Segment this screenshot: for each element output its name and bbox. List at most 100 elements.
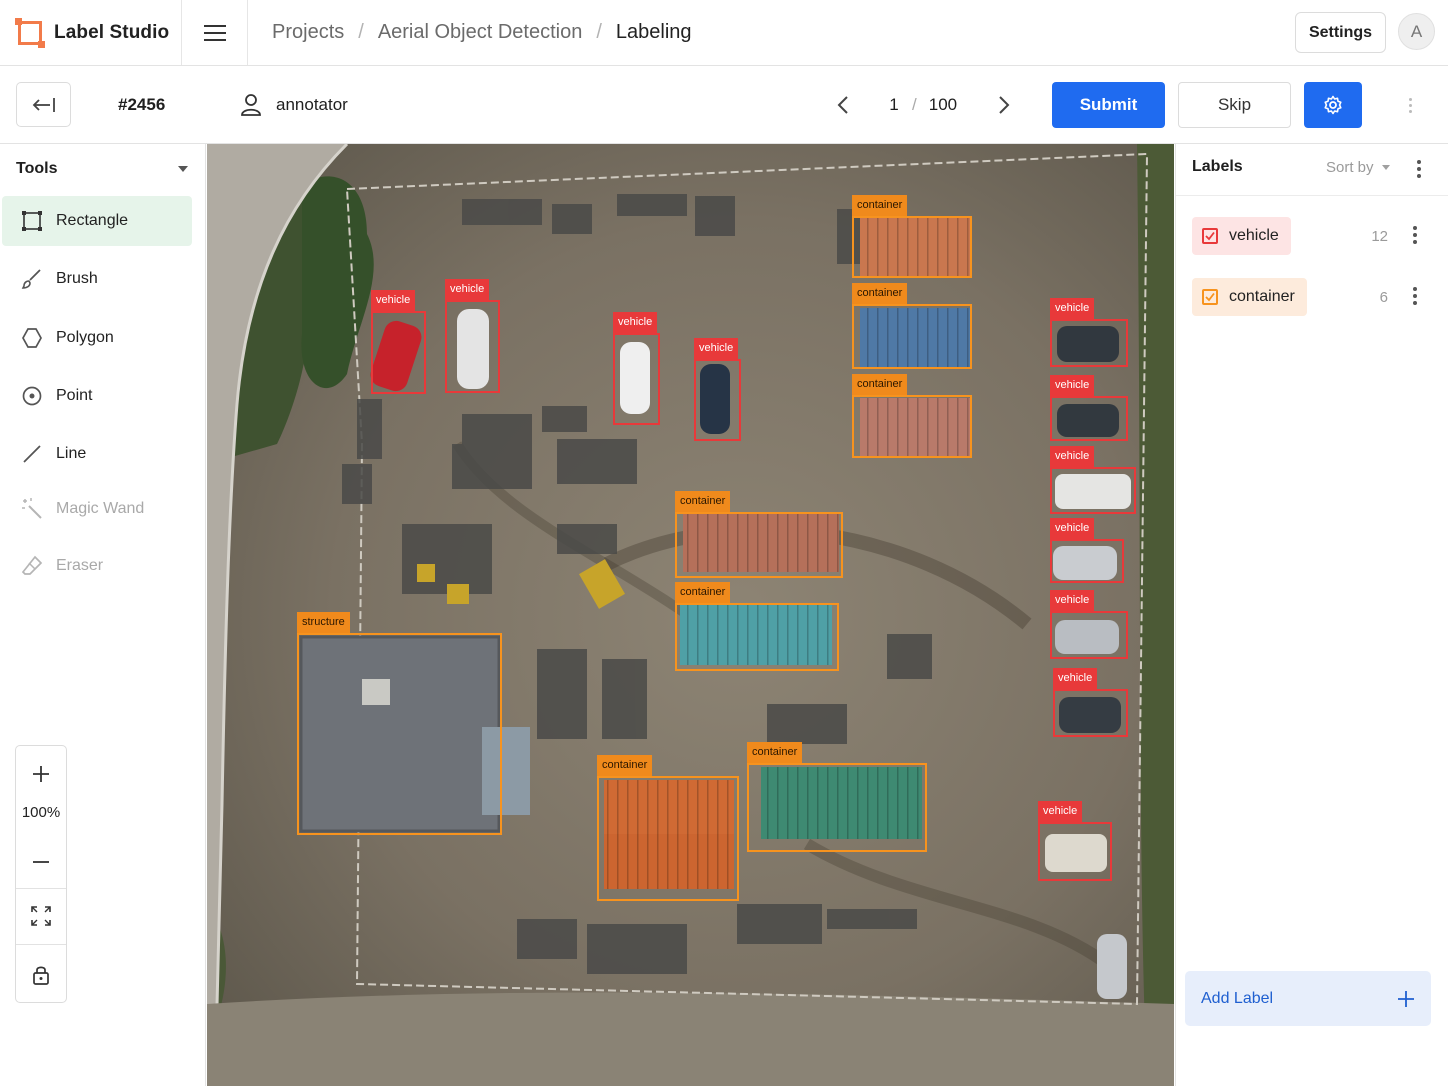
- image-canvas[interactable]: vehicle vehicle vehicle vehicle containe…: [207, 144, 1174, 1086]
- tool-brush[interactable]: Brush: [2, 254, 192, 304]
- bbox-label: vehicle: [613, 312, 658, 333]
- bbox-label: vehicle: [1053, 668, 1098, 689]
- tool-label: Magic Wand: [56, 500, 145, 517]
- checkbox-checked-icon[interactable]: [1202, 289, 1218, 305]
- bbox-container[interactable]: container: [675, 582, 839, 671]
- label-item-menu[interactable]: [1409, 286, 1421, 306]
- tool-point[interactable]: Point: [2, 371, 192, 421]
- user-icon: [241, 94, 261, 116]
- next-task-button[interactable]: [991, 92, 1017, 118]
- point-icon: [22, 386, 42, 406]
- add-label-button[interactable]: Add Label: [1185, 971, 1431, 1026]
- tool-eraser[interactable]: Eraser: [2, 541, 192, 591]
- bbox-vehicle[interactable]: vehicle: [1038, 801, 1112, 881]
- bbox-label: vehicle: [1050, 375, 1095, 396]
- page-current: 1: [889, 95, 899, 114]
- bbox-vehicle[interactable]: vehicle: [1050, 590, 1128, 659]
- top-header: Label Studio Projects / Aerial Object De…: [0, 0, 1448, 66]
- settings-button[interactable]: Settings: [1295, 12, 1386, 53]
- bbox-vehicle[interactable]: vehicle: [1050, 518, 1124, 583]
- tool-label: Eraser: [56, 557, 104, 574]
- lock-view-button[interactable]: [16, 956, 66, 994]
- collapse-tools-icon[interactable]: [178, 166, 188, 172]
- plus-icon: [1398, 990, 1414, 1007]
- bbox-container[interactable]: container: [747, 742, 927, 852]
- divider: [16, 944, 66, 945]
- task-pager: 1 / 100: [830, 66, 1020, 144]
- label-item-menu[interactable]: [1409, 225, 1421, 245]
- plus-icon: [33, 766, 49, 782]
- gear-icon: [1324, 95, 1342, 115]
- minus-icon: [33, 861, 49, 863]
- brush-icon: [21, 269, 41, 289]
- label-item-vehicle[interactable]: vehicle: [1192, 217, 1291, 255]
- bbox-label: container: [852, 283, 908, 304]
- task-more-menu[interactable]: [1400, 94, 1420, 116]
- submit-button[interactable]: Submit: [1052, 82, 1165, 128]
- annotation-settings-button[interactable]: [1304, 82, 1362, 128]
- exit-task-button[interactable]: [16, 82, 71, 127]
- bbox-vehicle[interactable]: vehicle: [694, 338, 741, 441]
- tool-label: Rectangle: [56, 212, 129, 229]
- label-name: container: [1229, 288, 1295, 305]
- exit-arrow-icon: [32, 97, 55, 112]
- eraser-icon: [21, 555, 43, 575]
- zoom-controls: 100%: [15, 745, 67, 1003]
- bbox-container[interactable]: container: [852, 195, 972, 278]
- bbox-label: container: [852, 195, 908, 216]
- label-count: 6: [1379, 289, 1388, 306]
- user-avatar[interactable]: A: [1398, 13, 1435, 50]
- tools-title: Tools: [16, 160, 58, 177]
- bbox-label: vehicle: [694, 338, 739, 359]
- labels-header: Labels Sort by: [1176, 144, 1448, 196]
- previous-task-button[interactable]: [830, 92, 856, 118]
- checkbox-checked-icon[interactable]: [1202, 228, 1218, 244]
- bbox-structure[interactable]: structure: [297, 612, 502, 835]
- hamburger-icon: [203, 24, 226, 41]
- labels-panel: Labels Sort by vehicle 12 container 6 Ad…: [1175, 144, 1448, 1086]
- main-menu-button[interactable]: [182, 0, 248, 65]
- bbox-container[interactable]: container: [675, 491, 843, 578]
- tool-magic-wand[interactable]: Magic Wand: [2, 484, 192, 534]
- label-item-container[interactable]: container: [1192, 278, 1307, 316]
- zoom-level: 100%: [21, 804, 61, 821]
- zoom-out-button[interactable]: [16, 844, 66, 880]
- bbox-container[interactable]: container: [852, 283, 972, 369]
- bbox-vehicle[interactable]: vehicle: [371, 290, 426, 394]
- tool-line[interactable]: Line: [2, 429, 192, 479]
- line-icon: [23, 445, 41, 463]
- bbox-vehicle[interactable]: vehicle: [1053, 668, 1128, 737]
- bbox-vehicle[interactable]: vehicle: [1050, 375, 1128, 441]
- bbox-label: vehicle: [445, 279, 490, 300]
- tool-label: Brush: [56, 270, 98, 287]
- breadcrumb-projects[interactable]: Projects: [272, 21, 344, 44]
- breadcrumb-project[interactable]: Aerial Object Detection: [378, 21, 583, 44]
- tool-rectangle[interactable]: Rectangle: [2, 196, 192, 246]
- breadcrumb-separator: /: [596, 21, 602, 43]
- tool-polygon[interactable]: Polygon: [2, 313, 192, 363]
- bbox-label: vehicle: [1050, 446, 1095, 467]
- labels-more-menu[interactable]: [1413, 159, 1425, 179]
- bbox-vehicle[interactable]: vehicle: [1050, 298, 1128, 367]
- bbox-container[interactable]: container: [597, 755, 739, 901]
- annotator-info: annotator: [240, 66, 348, 144]
- bbox-label: vehicle: [1038, 801, 1083, 822]
- bbox-label: container: [597, 755, 653, 776]
- lock-icon: [33, 966, 49, 985]
- app-name: Label Studio: [54, 21, 170, 43]
- bbox-label: vehicle: [1050, 518, 1095, 539]
- task-id: #2456: [118, 95, 166, 114]
- sort-by-dropdown[interactable]: Sort by: [1326, 159, 1390, 176]
- zoom-in-button[interactable]: [16, 756, 66, 792]
- bbox-vehicle[interactable]: vehicle: [1050, 446, 1136, 514]
- bbox-vehicle[interactable]: vehicle: [613, 312, 660, 425]
- fit-to-screen-button[interactable]: [16, 898, 66, 934]
- app-brand[interactable]: Label Studio: [0, 0, 182, 65]
- skip-button[interactable]: Skip: [1178, 82, 1291, 128]
- fullscreen-icon: [31, 906, 51, 926]
- bbox-container[interactable]: container: [852, 374, 972, 458]
- tools-header: Tools: [16, 158, 188, 180]
- add-label-text: Add Label: [1201, 989, 1274, 1007]
- tool-label: Point: [56, 387, 93, 404]
- bbox-vehicle[interactable]: vehicle: [445, 279, 500, 393]
